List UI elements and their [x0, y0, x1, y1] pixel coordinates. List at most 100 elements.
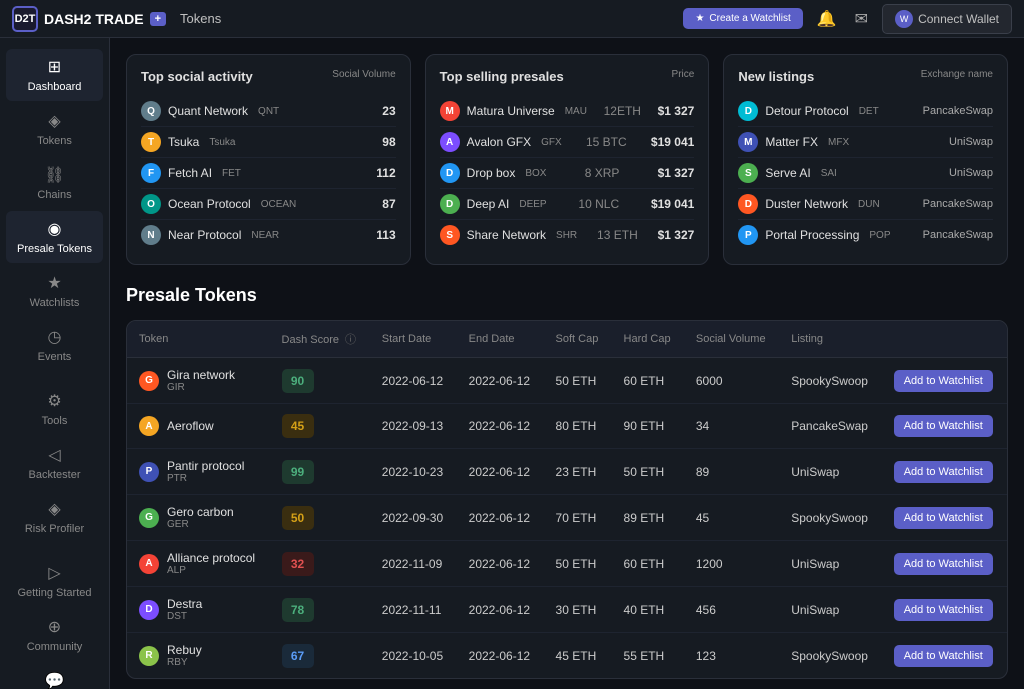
sidebar-item-label: Tools	[42, 415, 68, 427]
add-to-watchlist-button[interactable]: Add to Watchlist	[894, 415, 993, 437]
cell-start-date: 2022-09-30	[370, 495, 457, 541]
sidebar-item-tools[interactable]: ⚙ Tools	[6, 383, 103, 435]
table-row: G Gero carbon GER 50 2022-09-30 2022-06-…	[127, 495, 1007, 541]
backtester-icon: ◁	[48, 445, 60, 465]
cell-action[interactable]: Add to Watchlist	[882, 404, 1007, 449]
create-watchlist-button[interactable]: ★ Create a Watchlist	[683, 8, 802, 29]
token-icon: R	[139, 646, 159, 666]
token-ticker: DEEP	[519, 199, 546, 210]
token-amount: 15 BTC	[586, 135, 627, 149]
token-icon: T	[141, 132, 161, 152]
sidebar-item-watchlists[interactable]: ★ Watchlists	[6, 265, 103, 317]
token-icon: P	[139, 462, 159, 482]
token-icon: D	[440, 194, 460, 214]
cell-listing: SpookySwoop	[779, 633, 881, 679]
token-name: Duster Network	[765, 197, 848, 211]
listing-row-5: P Portal Processing POP PancakeSwap	[738, 220, 993, 250]
add-to-watchlist-button[interactable]: Add to Watchlist	[894, 553, 993, 575]
token-name: Drop box	[467, 166, 516, 180]
sidebar-item-getting-started[interactable]: ▷ Getting Started	[6, 555, 103, 607]
token-ticker: MFX	[828, 137, 849, 148]
cell-score: 90	[270, 358, 370, 404]
sidebar-item-presale-tokens[interactable]: ◉ Presale Tokens	[6, 211, 103, 263]
cell-action[interactable]: Add to Watchlist	[882, 495, 1007, 541]
card-subtitle: Exchange name	[921, 69, 993, 80]
cell-soft-cap: 50 ETH	[544, 358, 612, 404]
token-icon: O	[141, 194, 161, 214]
social-value: 113	[376, 228, 395, 242]
sidebar-item-label: Chains	[37, 189, 71, 201]
listing-row-3: S Serve AI SAI UniSwap	[738, 158, 993, 189]
add-to-watchlist-button[interactable]: Add to Watchlist	[894, 645, 993, 667]
token-name: Near Protocol	[168, 228, 241, 242]
cell-action[interactable]: Add to Watchlist	[882, 541, 1007, 587]
add-to-watchlist-button[interactable]: Add to Watchlist	[894, 507, 993, 529]
add-to-watchlist-button[interactable]: Add to Watchlist	[894, 370, 993, 392]
cell-token: R Rebuy RBY	[127, 633, 270, 679]
cell-token: A Aeroflow	[127, 404, 270, 449]
cell-start-date: 2022-11-09	[370, 541, 457, 587]
add-to-watchlist-button[interactable]: Add to Watchlist	[894, 599, 993, 621]
cell-action[interactable]: Add to Watchlist	[882, 633, 1007, 679]
cell-hard-cap: 60 ETH	[612, 541, 684, 587]
social-row-1: Q Quant Network QNT 23	[141, 96, 396, 127]
cell-listing: SpookySwoop	[779, 358, 881, 404]
token-name: Aeroflow	[167, 419, 214, 433]
cell-social-volume: 45	[684, 495, 779, 541]
token-icon: D	[139, 600, 159, 620]
token-price: $19 041	[651, 197, 694, 211]
token-price: $1 327	[658, 104, 695, 118]
token-ticker: PTR	[167, 473, 244, 484]
cell-score: 45	[270, 404, 370, 449]
token-amount: 13 ETH	[597, 228, 638, 242]
connect-wallet-label: Connect Wallet	[918, 12, 999, 26]
connect-wallet-button[interactable]: W Connect Wallet	[882, 4, 1012, 34]
token-price: $19 041	[651, 135, 694, 149]
token-ticker: DST	[167, 611, 202, 622]
notifications-button[interactable]: 🔔	[813, 5, 841, 33]
token-name: Matura Universe	[467, 104, 555, 118]
discord-icon: 💬	[45, 671, 65, 689]
cell-start-date: 2022-09-13	[370, 404, 457, 449]
sidebar-item-tokens[interactable]: ◈ Tokens	[6, 103, 103, 155]
getting-started-icon: ▷	[48, 563, 60, 583]
sidebar-item-discord[interactable]: 💬 Discord	[6, 663, 103, 689]
mail-button[interactable]: ✉	[851, 5, 872, 33]
sidebar-item-risk-profiler[interactable]: ◈ Risk Profiler	[6, 491, 103, 543]
token-icon: G	[139, 508, 159, 528]
info-icon: ⓘ	[345, 334, 356, 346]
col-action	[882, 321, 1007, 358]
token-icon: M	[440, 101, 460, 121]
content-area: Top social activity Social Volume Q Quan…	[110, 38, 1024, 689]
exchange-name: UniSwap	[949, 136, 993, 148]
cell-social-volume: 456	[684, 587, 779, 633]
token-ticker: QNT	[258, 106, 279, 117]
token-icon: D	[440, 163, 460, 183]
cell-soft-cap: 45 ETH	[544, 633, 612, 679]
cell-hard-cap: 90 ETH	[612, 404, 684, 449]
sidebar-item-chains[interactable]: ⛓ Chains	[6, 157, 103, 209]
add-to-watchlist-button[interactable]: Add to Watchlist	[894, 461, 993, 483]
sidebar-item-community[interactable]: ⊕ Community	[6, 609, 103, 661]
score-badge: 45	[282, 414, 314, 438]
presale-section-title: Presale Tokens	[126, 285, 1008, 306]
token-amount: 10 NLC	[578, 197, 619, 211]
table-row: D Destra DST 78 2022-11-11 2022-06-12 30…	[127, 587, 1007, 633]
card-header: New listings Exchange name	[738, 69, 993, 86]
col-dash-score: Dash Score ⓘ	[270, 321, 370, 358]
token-name: Quant Network	[168, 104, 248, 118]
sidebar-item-backtester[interactable]: ◁ Backtester	[6, 437, 103, 489]
col-end-date: End Date	[457, 321, 544, 358]
cell-listing: SpookySwoop	[779, 495, 881, 541]
cell-action[interactable]: Add to Watchlist	[882, 587, 1007, 633]
token-name: Gira network	[167, 368, 235, 382]
token-name: Pantir protocol	[167, 459, 244, 473]
token-icon: A	[139, 416, 159, 436]
col-start-date: Start Date	[370, 321, 457, 358]
cell-action[interactable]: Add to Watchlist	[882, 358, 1007, 404]
token-ticker: Tsuka	[209, 137, 235, 148]
sidebar-item-dashboard[interactable]: ⊞ Dashboard	[6, 49, 103, 101]
sidebar-item-events[interactable]: ◷ Events	[6, 319, 103, 371]
score-badge: 67	[282, 644, 314, 668]
cell-action[interactable]: Add to Watchlist	[882, 449, 1007, 495]
